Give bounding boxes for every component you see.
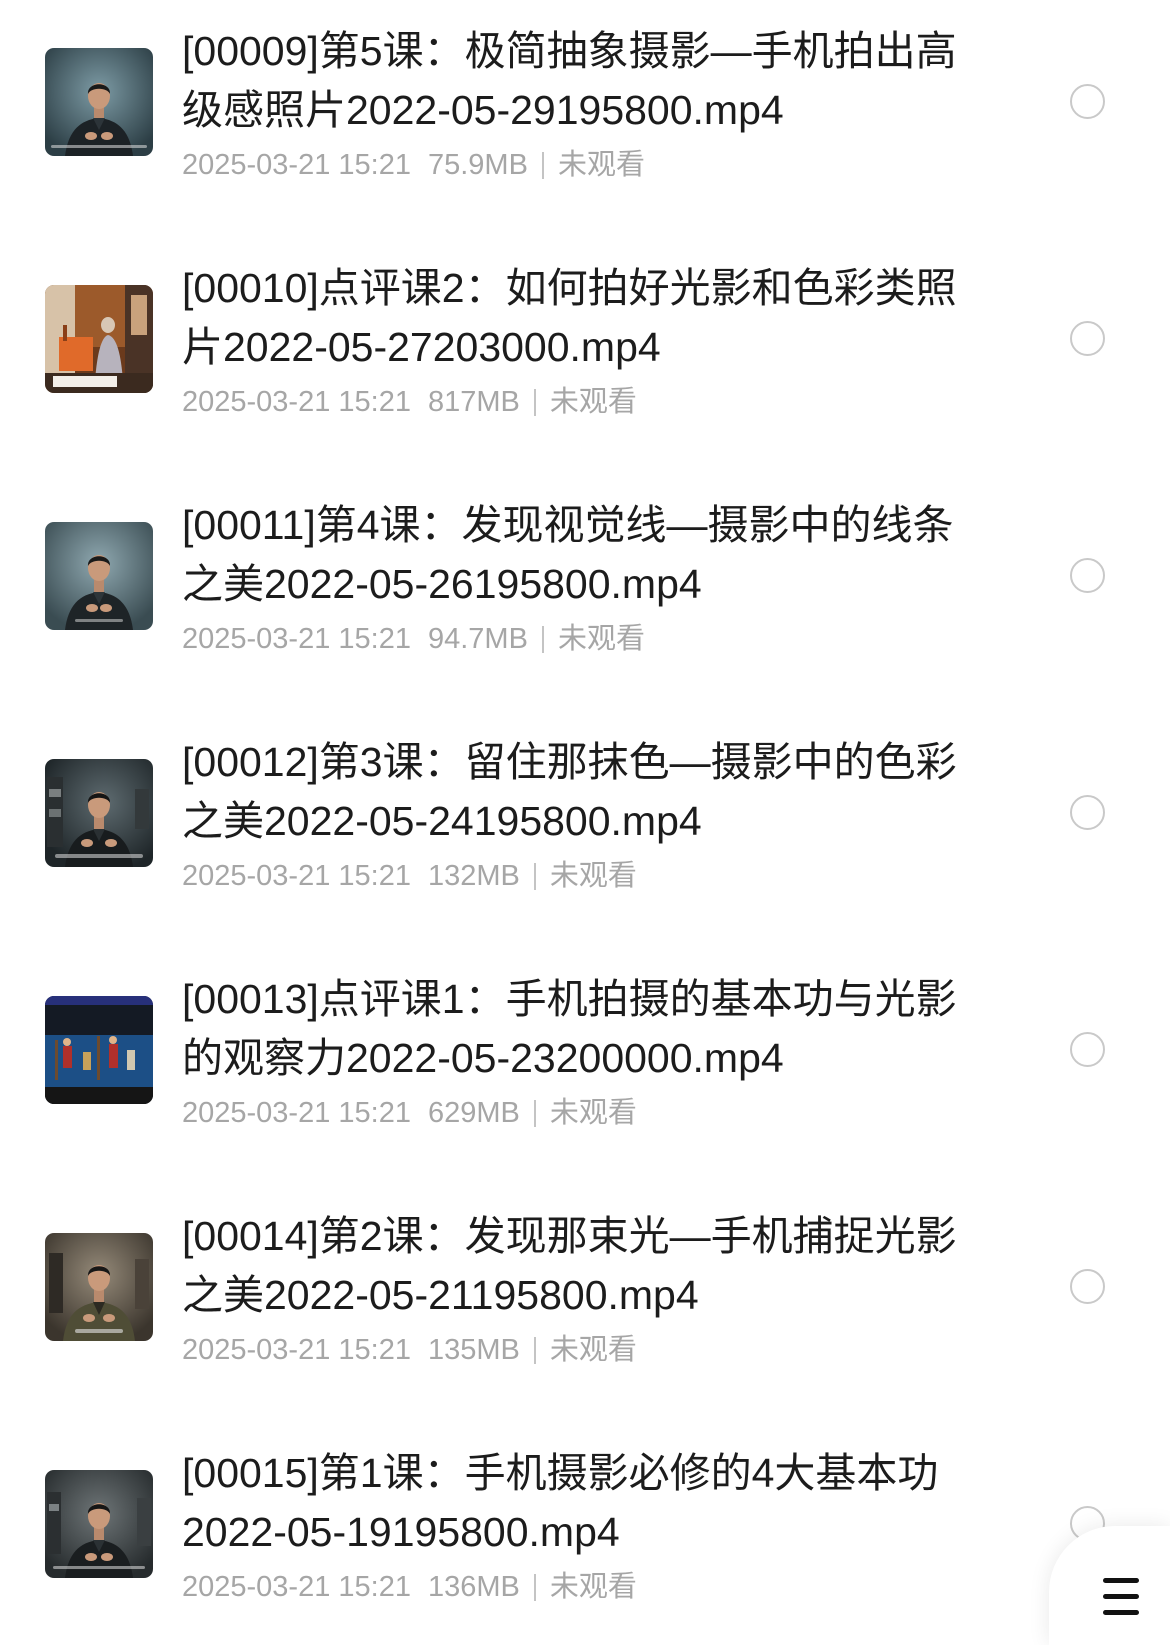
file-info: [00014]第2课：发现那束光—手机捕捉光影之美2022-05-2119580… bbox=[182, 1207, 982, 1368]
file-list-item[interactable]: [00015]第1课：手机摄影必修的4大基本功2022-05-19195800.… bbox=[0, 1442, 1170, 1642]
file-date: 2025-03-21 15:21 bbox=[182, 1571, 411, 1603]
meta-divider bbox=[533, 388, 536, 416]
video-thumbnail[interactable] bbox=[45, 48, 153, 156]
file-meta: 2025-03-21 15:21 136MB 未观看 bbox=[182, 1569, 982, 1605]
meta-divider bbox=[533, 862, 536, 890]
meta-divider bbox=[533, 1336, 536, 1364]
file-date: 2025-03-21 15:21 bbox=[182, 1334, 411, 1366]
file-info: [00015]第1课：手机摄影必修的4大基本功2022-05-19195800.… bbox=[182, 1444, 982, 1605]
file-meta: 2025-03-21 15:21 629MB 未观看 bbox=[182, 1095, 982, 1131]
meta-divider bbox=[533, 1099, 536, 1127]
file-list-item[interactable]: [00014]第2课：发现那束光—手机捕捉光影之美2022-05-2119580… bbox=[0, 1205, 1170, 1405]
file-size: 629MB bbox=[427, 1097, 520, 1129]
watch-status: 未观看 bbox=[549, 860, 637, 892]
video-thumbnail[interactable] bbox=[45, 1470, 153, 1578]
file-date: 2025-03-21 15:21 bbox=[182, 623, 411, 655]
file-list: [00009]第5课：极简抽象摄影—手机拍出高级感照片2022-05-29195… bbox=[0, 0, 1170, 1645]
file-list-item[interactable]: [00011]第4课：发现视觉线—摄影中的线条之美2022-05-2619580… bbox=[0, 494, 1170, 694]
file-size: 94.7MB bbox=[427, 623, 528, 655]
file-title: [00014]第2课：发现那束光—手机捕捉光影之美2022-05-2119580… bbox=[182, 1213, 957, 1318]
file-info: [00011]第4课：发现视觉线—摄影中的线条之美2022-05-2619580… bbox=[182, 496, 982, 657]
file-meta: 2025-03-21 15:21 135MB 未观看 bbox=[182, 1332, 982, 1368]
file-meta: 2025-03-21 15:21 132MB 未观看 bbox=[182, 858, 982, 894]
select-radio[interactable] bbox=[1070, 84, 1105, 119]
thumbnail-image bbox=[45, 996, 153, 1104]
menu-icon bbox=[1103, 1578, 1139, 1615]
file-meta: 2025-03-21 15:21 94.7MB 未观看 bbox=[182, 621, 982, 657]
video-thumbnail[interactable] bbox=[45, 522, 153, 630]
select-radio[interactable] bbox=[1070, 1269, 1105, 1304]
file-size: 817MB bbox=[427, 386, 520, 418]
file-info: [00012]第3课：留住那抹色—摄影中的色彩之美2022-05-2419580… bbox=[182, 733, 982, 894]
file-date: 2025-03-21 15:21 bbox=[182, 386, 411, 418]
watch-status: 未观看 bbox=[549, 386, 637, 418]
file-info: [00013]点评课1：手机拍摄的基本功与光影的观察力2022-05-23200… bbox=[182, 970, 982, 1131]
file-title: [00011]第4课：发现视觉线—摄影中的线条之美2022-05-2619580… bbox=[182, 502, 954, 607]
watch-status: 未观看 bbox=[557, 149, 645, 181]
file-title: [00015]第1课：手机摄影必修的4大基本功2022-05-19195800.… bbox=[182, 1450, 939, 1555]
file-date: 2025-03-21 15:21 bbox=[182, 1097, 411, 1129]
select-radio[interactable] bbox=[1070, 558, 1105, 593]
file-meta: 2025-03-21 15:21 75.9MB 未观看 bbox=[182, 147, 982, 183]
file-date: 2025-03-21 15:21 bbox=[182, 149, 411, 181]
file-info: [00010]点评课2：如何拍好光影和色彩类照片2022-05-27203000… bbox=[182, 259, 982, 420]
file-list-item[interactable]: [00012]第3课：留住那抹色—摄影中的色彩之美2022-05-2419580… bbox=[0, 731, 1170, 931]
file-list-item[interactable]: [00009]第5课：极简抽象摄影—手机拍出高级感照片2022-05-29195… bbox=[0, 20, 1170, 220]
thumbnail-image bbox=[45, 522, 153, 630]
file-size: 75.9MB bbox=[427, 149, 528, 181]
thumbnail-image bbox=[45, 48, 153, 156]
meta-divider bbox=[541, 625, 544, 653]
video-thumbnail[interactable] bbox=[45, 759, 153, 867]
file-title: [00013]点评课1：手机拍摄的基本功与光影的观察力2022-05-23200… bbox=[182, 976, 957, 1081]
thumbnail-image bbox=[45, 759, 153, 867]
file-size: 136MB bbox=[427, 1571, 520, 1603]
menu-icon-bar bbox=[1103, 1610, 1139, 1615]
file-size: 135MB bbox=[427, 1334, 520, 1366]
file-size: 132MB bbox=[427, 860, 520, 892]
file-date: 2025-03-21 15:21 bbox=[182, 860, 411, 892]
file-info: [00009]第5课：极简抽象摄影—手机拍出高级感照片2022-05-29195… bbox=[182, 22, 982, 183]
select-radio[interactable] bbox=[1070, 795, 1105, 830]
thumbnail-image bbox=[45, 285, 153, 393]
menu-icon-bar bbox=[1103, 1594, 1139, 1599]
menu-icon-bar bbox=[1103, 1578, 1139, 1583]
watch-status: 未观看 bbox=[557, 623, 645, 655]
watch-status: 未观看 bbox=[549, 1571, 637, 1603]
select-radio[interactable] bbox=[1070, 1032, 1105, 1067]
video-thumbnail[interactable] bbox=[45, 1233, 153, 1341]
file-title: [00009]第5课：极简抽象摄影—手机拍出高级感照片2022-05-29195… bbox=[182, 28, 957, 133]
select-radio[interactable] bbox=[1070, 321, 1105, 356]
file-list-item[interactable]: [00010]点评课2：如何拍好光影和色彩类照片2022-05-27203000… bbox=[0, 257, 1170, 457]
video-thumbnail[interactable] bbox=[45, 996, 153, 1104]
thumbnail-image bbox=[45, 1470, 153, 1578]
thumbnail-image bbox=[45, 1233, 153, 1341]
video-thumbnail[interactable] bbox=[45, 285, 153, 393]
file-list-item[interactable]: [00013]点评课1：手机拍摄的基本功与光影的观察力2022-05-23200… bbox=[0, 968, 1170, 1168]
file-meta: 2025-03-21 15:21 817MB 未观看 bbox=[182, 384, 982, 420]
file-title: [00012]第3课：留住那抹色—摄影中的色彩之美2022-05-2419580… bbox=[182, 739, 957, 844]
meta-divider bbox=[541, 151, 544, 179]
watch-status: 未观看 bbox=[549, 1097, 637, 1129]
watch-status: 未观看 bbox=[549, 1334, 637, 1366]
meta-divider bbox=[533, 1573, 536, 1601]
file-title: [00010]点评课2：如何拍好光影和色彩类照片2022-05-27203000… bbox=[182, 265, 957, 370]
